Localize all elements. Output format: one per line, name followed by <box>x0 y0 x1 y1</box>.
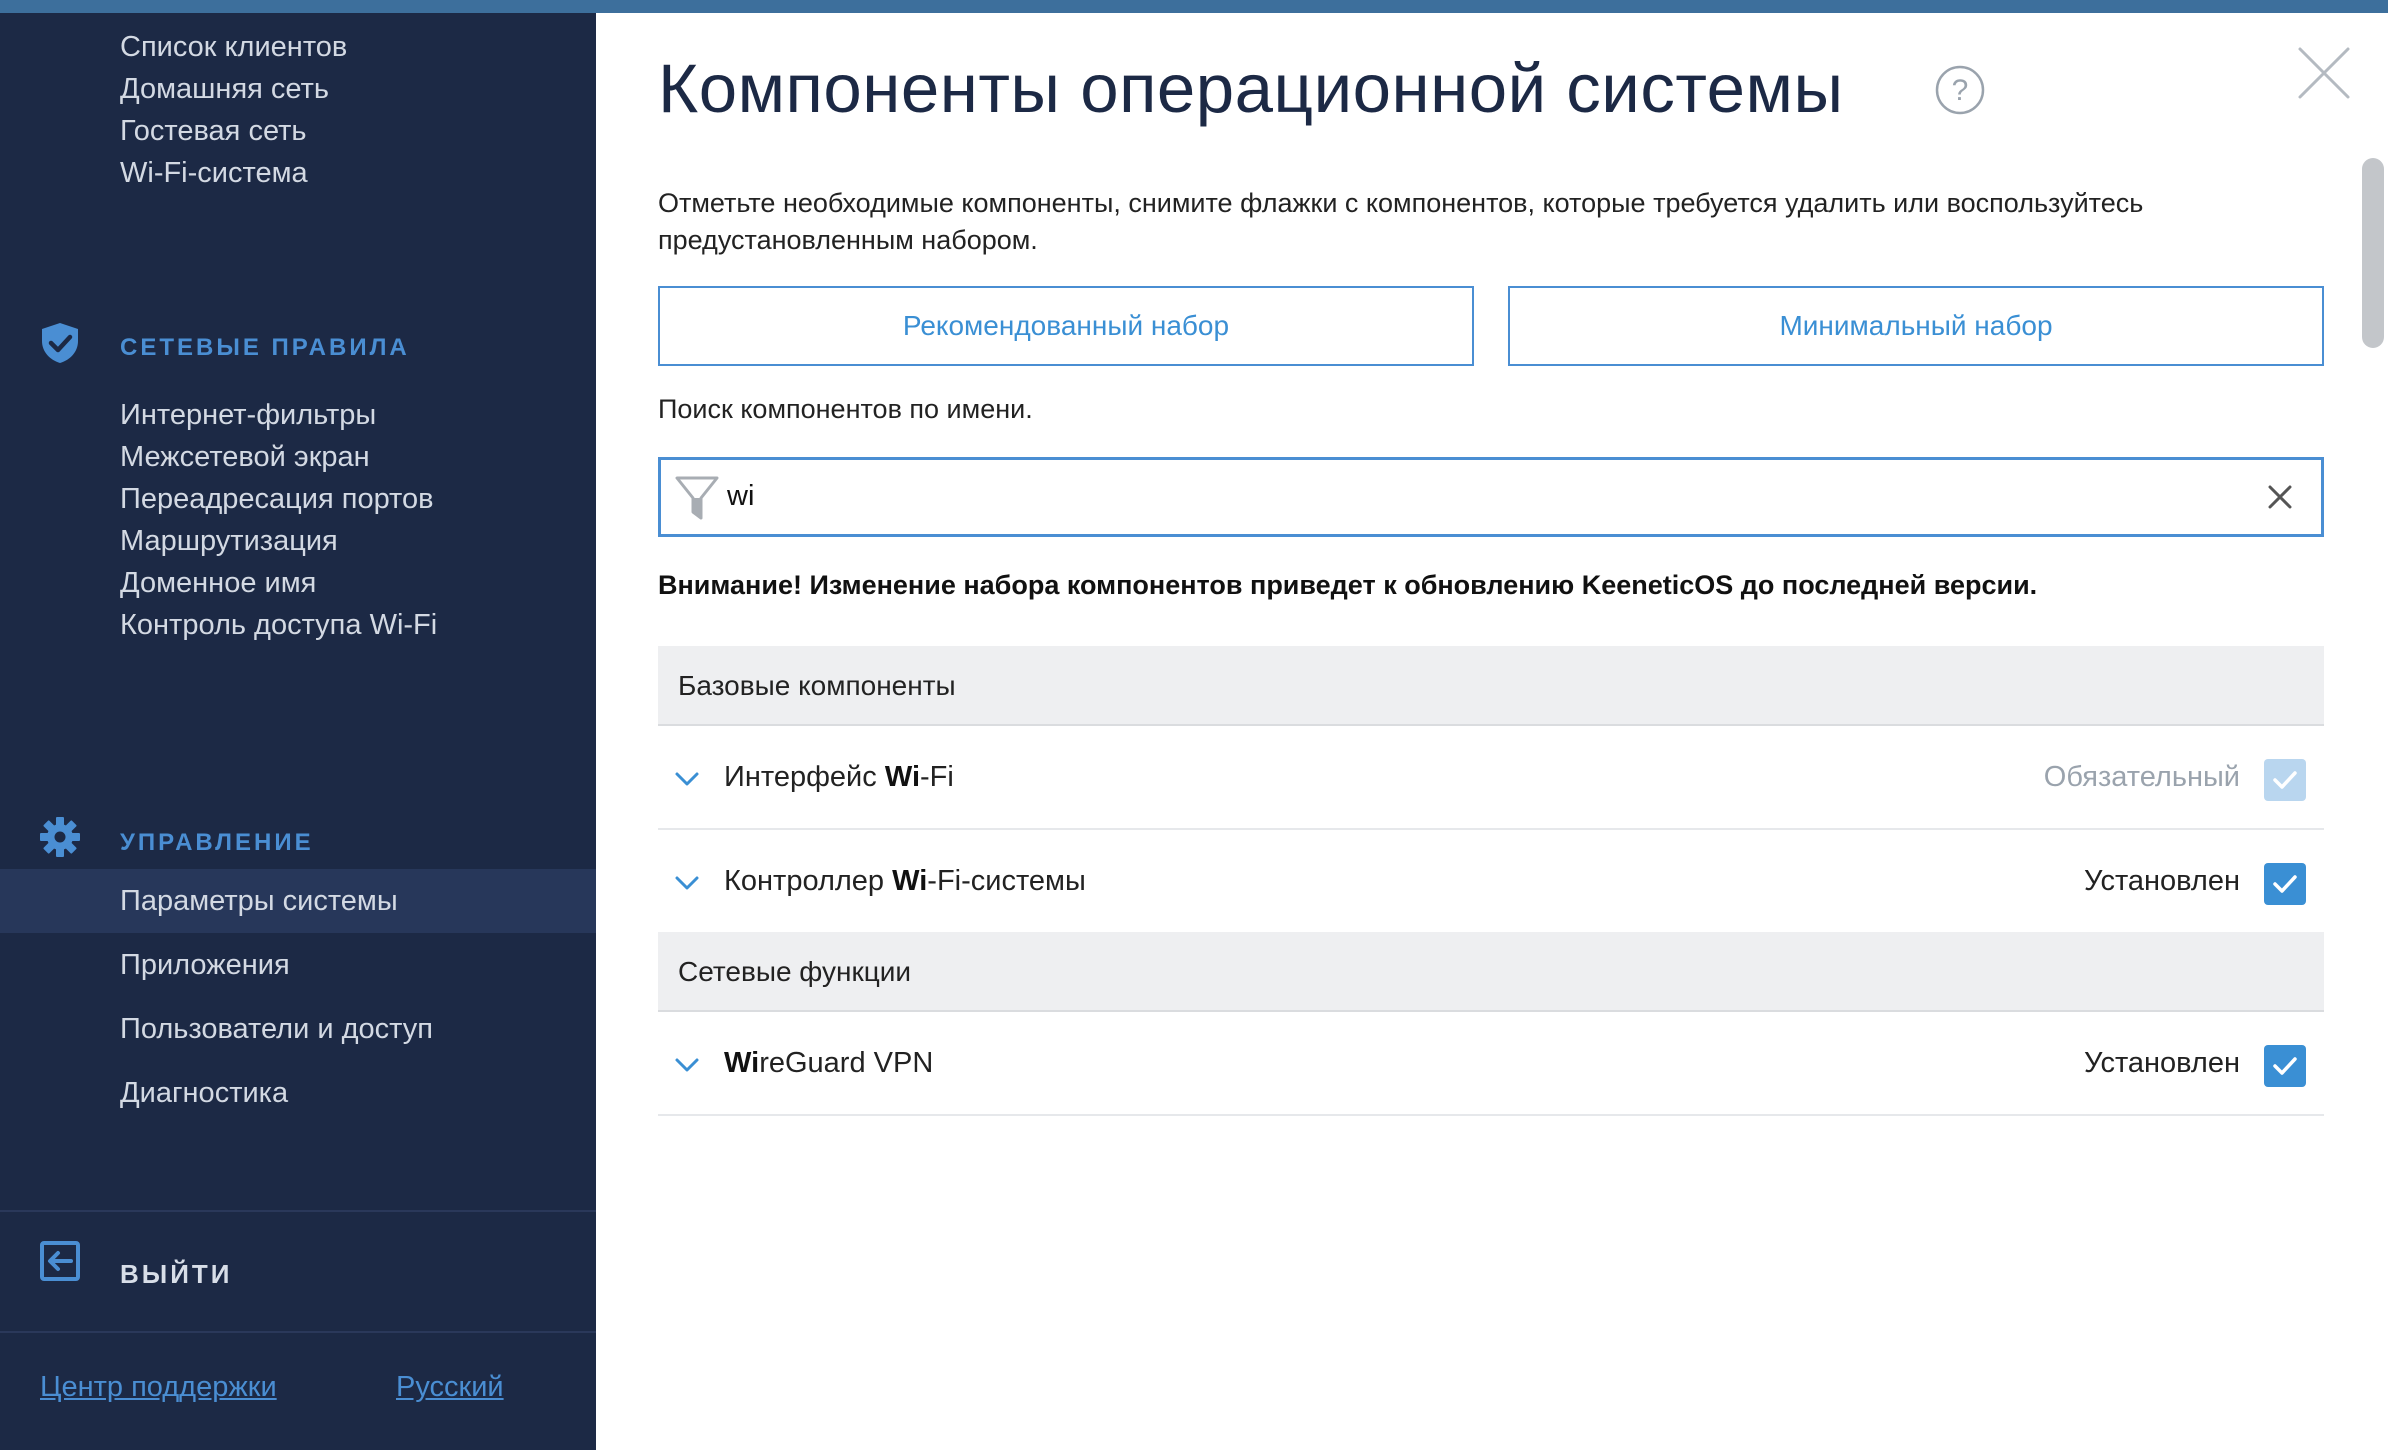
component-name: Интерфейс Wi-Fi <box>724 761 954 793</box>
check-icon <box>2273 771 2297 789</box>
chevron-down-icon[interactable] <box>672 868 702 898</box>
component-checkbox[interactable] <box>2264 1045 2306 1087</box>
clear-search-icon[interactable] <box>2265 482 2295 512</box>
group-header-network: Сетевые функции <box>658 932 2324 1012</box>
component-status: Установлен <box>2083 1047 2240 1079</box>
component-checkbox[interactable] <box>2264 863 2306 905</box>
close-icon[interactable] <box>2296 45 2352 101</box>
sidebar-divider <box>0 1331 596 1333</box>
search-label: Поиск компонентов по имени. <box>658 394 1033 424</box>
gear-icon <box>40 817 80 857</box>
component-checkbox <box>2264 759 2306 801</box>
component-row: Контроллер Wi-Fi-системы Установлен <box>658 832 2324 934</box>
chevron-down-icon[interactable] <box>672 764 702 794</box>
page-title: Компоненты операционной системы <box>658 50 1844 127</box>
component-name: WireGuard VPN <box>724 1047 934 1079</box>
language-link[interactable]: Русский <box>396 1371 504 1404</box>
svg-text:?: ? <box>1952 74 1969 107</box>
update-warning: Внимание! Изменение набора компонентов п… <box>658 570 2038 600</box>
recommended-set-button[interactable]: Рекомендованный набор <box>658 286 1474 366</box>
sidebar-divider <box>0 1210 596 1212</box>
search-input[interactable]: wi <box>658 457 2324 537</box>
component-status: Установлен <box>2083 865 2240 897</box>
sidebar-item-system-settings[interactable]: Параметры системы <box>0 869 596 933</box>
scrollbar[interactable] <box>2362 158 2384 348</box>
logout-icon[interactable] <box>38 1239 82 1283</box>
sidebar-item-users-access[interactable]: Пользователи и доступ <box>0 997 596 1061</box>
component-row: WireGuard VPN Установлен <box>658 1014 2324 1116</box>
description-text: Отметьте необходимые компоненты, снимите… <box>658 188 2144 255</box>
logout-button[interactable]: ВЫЙТИ <box>120 1259 233 1290</box>
search-value[interactable]: wi <box>727 480 754 513</box>
top-accent-bar <box>0 0 2388 13</box>
section-title-management: УПРАВЛЕНИЕ <box>120 829 314 856</box>
chevron-down-icon[interactable] <box>672 1050 702 1080</box>
component-status: Обязательный <box>2043 761 2240 793</box>
components-panel: Компоненты операционной системы ? Отметь… <box>596 13 2388 1450</box>
section-title-network-rules: СЕТЕВЫЕ ПРАВИЛА <box>120 334 410 361</box>
sidebar-item-wifi-access-control[interactable]: Контроль доступа Wi-Fi <box>0 593 596 657</box>
shield-icon <box>42 323 78 363</box>
sidebar-item-wifi-system[interactable]: Wi-Fi-система <box>0 141 596 205</box>
component-row: Интерфейс Wi-Fi Обязательный <box>658 728 2324 830</box>
check-icon <box>2273 1057 2297 1075</box>
sidebar: Список клиентов Домашняя сеть Гостевая с… <box>0 13 596 1450</box>
minimal-set-button[interactable]: Минимальный набор <box>1508 286 2324 366</box>
help-icon[interactable]: ? <box>1934 64 1986 116</box>
sidebar-item-applications[interactable]: Приложения <box>0 933 596 997</box>
filter-icon <box>675 476 719 520</box>
check-icon <box>2273 875 2297 893</box>
support-center-link[interactable]: Центр поддержки <box>40 1371 277 1404</box>
sidebar-item-diagnostics[interactable]: Диагностика <box>0 1061 596 1125</box>
component-name: Контроллер Wi-Fi-системы <box>724 865 1086 897</box>
group-header-base: Базовые компоненты <box>658 646 2324 726</box>
